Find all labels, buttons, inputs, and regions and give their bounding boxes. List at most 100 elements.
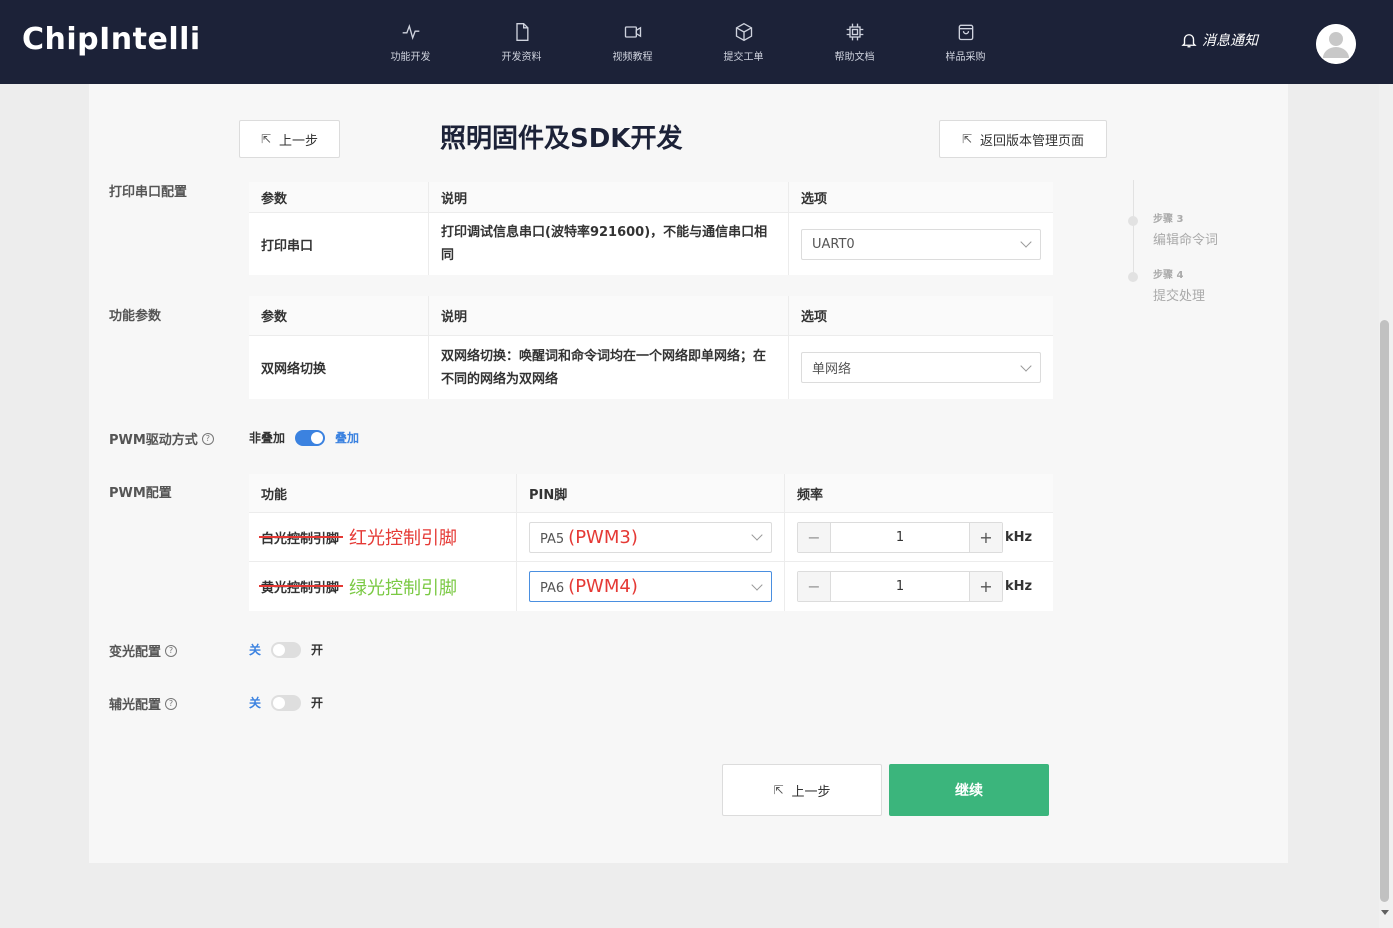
serial-table: 参数 说明 选项 打印串口 打印调试信息串口(波特率921600)，不能与通信串…	[249, 182, 1053, 275]
scrollbar-thumb[interactable]	[1380, 320, 1389, 902]
increment-button[interactable]: +	[970, 572, 1002, 601]
help-icon[interactable]: ?	[165, 644, 178, 657]
serial-port-select[interactable]: UART0	[801, 228, 1041, 260]
function-annotation: 绿光控制引脚	[349, 577, 458, 599]
step-4-title: 提交处理	[1153, 289, 1206, 304]
pwm-table: 功能 PIN脚 频率 白光控制引脚 红光控制引脚 PA5 (PWM3) − 1 +…	[249, 474, 1053, 611]
header-pin: PIN脚	[517, 474, 785, 512]
aux-off-label: 关	[249, 696, 262, 710]
desc-cell: 打印调试信息串口(波特率921600)，不能与通信串口相同	[429, 213, 789, 275]
pin-select[interactable]: PA6 (PWM4)	[529, 571, 772, 602]
decrement-button[interactable]: −	[798, 522, 830, 552]
pin-value: PA6	[540, 581, 565, 596]
func-section-label: 功能参数	[109, 309, 162, 324]
nav-item-help-docs[interactable]: 帮助文档	[799, 0, 910, 84]
dimming-toggle[interactable]	[271, 641, 302, 658]
frequency-unit: kHz	[1005, 579, 1033, 594]
box-icon	[735, 22, 752, 41]
document-icon	[515, 22, 528, 41]
frequency-stepper[interactable]: − 1 +	[797, 521, 1003, 553]
table-header-row: 参数 说明 选项	[249, 296, 1053, 336]
header-option: 选项	[789, 296, 1053, 335]
header-frequency: 频率	[785, 474, 1053, 512]
dimming-on-label: 开	[311, 643, 324, 657]
arrow-up-left-icon: ⇱	[260, 132, 272, 146]
pwm-mode-toggle[interactable]	[295, 429, 326, 446]
header-param: 参数	[249, 296, 429, 335]
function-annotation: 红光控制引脚	[349, 528, 458, 549]
frequency-value[interactable]: 1	[830, 522, 970, 552]
prev-step-button-bottom[interactable]: ⇱ 上一步	[722, 764, 882, 816]
back-to-version-label: 返回版本管理页面	[980, 133, 1085, 149]
option-cell: UART0	[789, 213, 1053, 275]
aux-light-label: 辅光配置 ?	[109, 694, 178, 713]
function-name-struck: 白光控制引脚	[258, 528, 344, 547]
nav-item-dev-docs[interactable]: 开发资料	[466, 0, 577, 84]
arrow-up-left-icon: ⇱	[773, 783, 784, 797]
toggle-knob	[311, 431, 324, 444]
select-value: UART0	[812, 236, 855, 252]
header-function: 功能	[249, 474, 517, 512]
dimming-label-text: 变光配置	[109, 645, 162, 660]
prev-step-button-top[interactable]: ⇱ 上一步	[239, 120, 340, 158]
dimming-label: 变光配置 ?	[109, 641, 178, 660]
nav-item-sample-purchase[interactable]: 样品采购	[910, 0, 1021, 84]
user-icon	[1316, 24, 1356, 64]
scroll-down-arrow[interactable]	[1381, 910, 1389, 915]
nav-item-function-dev[interactable]: 功能开发	[355, 0, 466, 84]
nav-item-submit-ticket[interactable]: 提交工单	[688, 0, 799, 84]
option-cell: 单网络	[789, 336, 1053, 399]
step-3-title: 编辑命令词	[1153, 233, 1219, 248]
step-3-number: 步骤 3	[1153, 214, 1184, 225]
pin-cell: PA6 (PWM4)	[517, 562, 785, 611]
serial-section-label: 打印串口配置	[109, 185, 188, 200]
chevron-down-icon	[751, 578, 763, 591]
step-3[interactable]: 步骤 3 编辑命令词	[1153, 210, 1218, 248]
pin-select[interactable]: PA5 (PWM3)	[529, 521, 772, 553]
frequency-stepper[interactable]: − 1 +	[797, 571, 1003, 602]
back-to-version-button[interactable]: ⇱ 返回版本管理页面	[939, 120, 1107, 158]
frequency-cell: − 1 + kHz	[785, 562, 1053, 611]
param-cell: 打印串口	[249, 213, 429, 275]
dual-network-select[interactable]: 单网络	[801, 352, 1041, 383]
pwm-mode-label-text: PWM驱动方式	[109, 433, 198, 448]
nav-label: 开发资料	[501, 51, 542, 63]
aux-on-label: 开	[311, 696, 324, 710]
func-table: 参数 说明 选项 双网络切换 双网络切换：唤醒词和命令词均在一个网络即单网络；在…	[249, 296, 1053, 399]
notification-button[interactable]: 消息通知	[1180, 30, 1258, 50]
help-icon[interactable]: ?	[201, 432, 214, 445]
chevron-down-icon	[751, 529, 763, 541]
frequency-unit: kHz	[1005, 529, 1033, 545]
increment-button[interactable]: +	[970, 522, 1002, 552]
chevron-down-icon	[1020, 359, 1032, 372]
header-desc: 说明	[429, 296, 789, 335]
nav-label: 视频教程	[612, 51, 653, 63]
page-title: 照明固件及SDK开发	[440, 124, 683, 154]
nav-item-video-tutorial[interactable]: 视频教程	[577, 0, 688, 84]
pwm-mode-on-label: 叠加	[335, 431, 360, 445]
function-cell: 黄光控制引脚 绿光控制引脚	[249, 562, 517, 611]
header-desc: 说明	[429, 182, 789, 212]
notification-label: 消息通知	[1202, 33, 1258, 49]
header-param: 参数	[249, 182, 429, 212]
decrement-button[interactable]: −	[798, 572, 830, 601]
step-4-number: 步骤 4	[1153, 270, 1184, 281]
pwm-mode-off-label: 非叠加	[249, 431, 286, 445]
continue-button[interactable]: 继续	[889, 764, 1049, 816]
step-4-dot	[1128, 272, 1138, 282]
shopping-bag-icon	[958, 24, 973, 40]
dimming-off-label: 关	[249, 643, 262, 657]
user-avatar[interactable]	[1316, 24, 1356, 64]
pin-annotation: (PWM4)	[568, 576, 638, 597]
brand-logo[interactable]: ChipIntelli	[22, 22, 201, 57]
frequency-value[interactable]: 1	[830, 572, 970, 601]
aux-light-toggle[interactable]	[271, 694, 302, 711]
select-value: PA5 (PWM3)	[540, 527, 638, 548]
pwm-section-label: PWM配置	[109, 486, 172, 501]
pwm-mode-switch-row: 非叠加 叠加	[249, 429, 359, 446]
nav-label: 帮助文档	[834, 51, 875, 63]
step-4[interactable]: 步骤 4 提交处理	[1153, 266, 1205, 304]
help-icon[interactable]: ?	[165, 697, 178, 710]
aux-light-label-text: 辅光配置	[109, 698, 162, 713]
arrow-up-left-icon: ⇱	[961, 132, 973, 146]
